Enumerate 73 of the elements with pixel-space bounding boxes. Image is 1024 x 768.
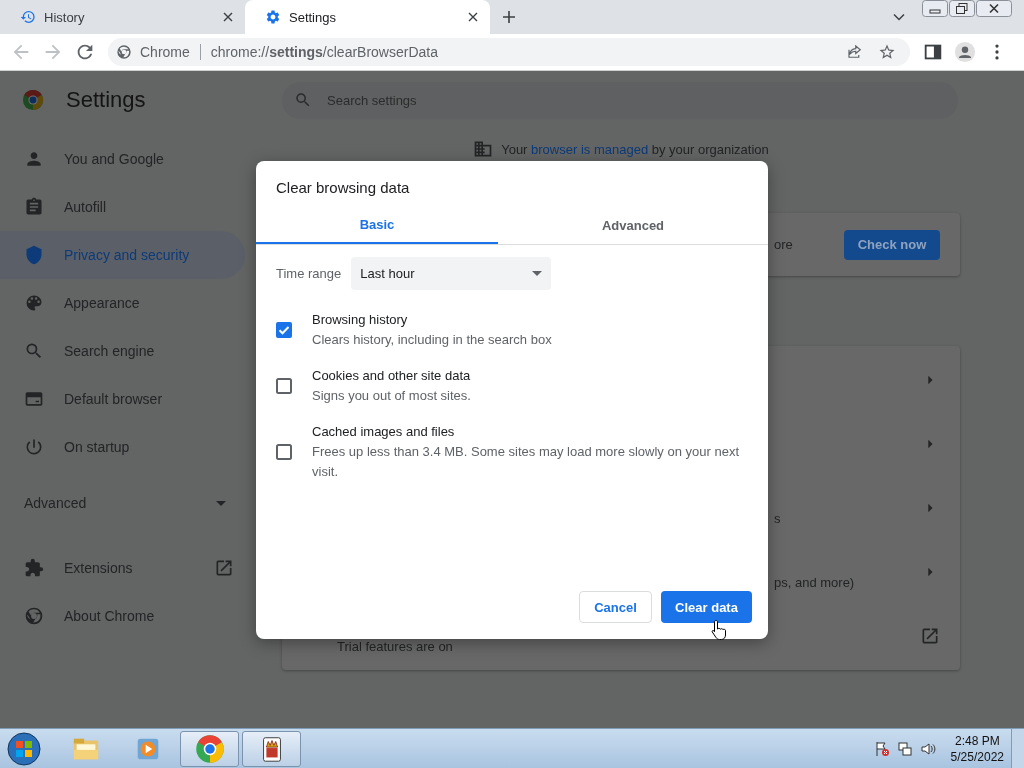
puzzle-icon — [24, 558, 44, 578]
nav-item[interactable]: Privacy and security — [0, 231, 245, 279]
checkbox[interactable] — [276, 378, 292, 394]
row-text: ps, and more) — [774, 573, 855, 590]
managed-link[interactable]: browser is managed — [531, 141, 649, 157]
speaker-icon[interactable] — [919, 740, 936, 757]
dialog-title: Clear browsing data — [275, 178, 411, 198]
start-button[interactable] — [6, 730, 42, 767]
new-tab-icon[interactable] — [502, 10, 516, 24]
check-now-button[interactable]: Check now — [844, 229, 940, 260]
browser-tab[interactable]: History — [0, 0, 245, 34]
shield-icon — [24, 245, 44, 265]
nav-item[interactable]: Default browser — [0, 375, 245, 423]
browser-window-icon — [24, 389, 44, 409]
restore-icon[interactable] — [949, 0, 975, 17]
time-range-dropdown[interactable]: Last hour — [351, 257, 552, 290]
caret-icon — [216, 500, 226, 506]
chevron-down-icon[interactable] — [893, 13, 905, 21]
checkbox[interactable] — [276, 322, 292, 338]
taskbar-app[interactable] — [242, 730, 301, 767]
option-description: Clears history, including in the search box — [312, 331, 553, 349]
settings-icon — [265, 9, 281, 25]
option-title: Cached images and files — [312, 423, 456, 441]
nav-item[interactable]: About Chrome — [0, 592, 250, 640]
chrome-logo-icon — [116, 44, 132, 60]
avatar-icon[interactable] — [954, 41, 976, 63]
option-title: Cookies and other site data — [312, 367, 472, 385]
option-title: Browsing history — [312, 311, 409, 329]
action-center-flag-icon[interactable] — [873, 740, 890, 757]
managed-notice: Your browser is managed by your organization — [501, 141, 769, 157]
nav-item[interactable]: Extensions — [0, 544, 250, 592]
external-link-icon — [214, 558, 234, 578]
power-icon — [24, 437, 44, 457]
network-icon[interactable] — [896, 740, 913, 757]
page-title: Settings — [66, 87, 146, 113]
row-text: s — [774, 509, 781, 526]
dialog-tab[interactable]: Basic — [256, 206, 498, 244]
checkbox[interactable] — [276, 444, 292, 460]
cancel-button[interactable]: Cancel — [579, 591, 652, 623]
star-icon[interactable] — [878, 43, 896, 61]
dialog-tab[interactable]: Advanced — [498, 206, 768, 244]
search-icon — [24, 341, 44, 361]
search-icon — [294, 90, 312, 109]
external-link-icon[interactable] — [920, 626, 940, 646]
history-icon — [20, 9, 36, 25]
building-icon — [473, 139, 494, 159]
clear-data-button[interactable]: Clear data — [661, 591, 752, 623]
nav-item[interactable]: Appearance — [0, 279, 245, 327]
close-icon[interactable] — [223, 12, 233, 22]
chrome-logo-icon — [194, 733, 225, 764]
close-icon[interactable] — [468, 12, 478, 22]
browser-tab[interactable]: Settings — [245, 0, 490, 34]
nav-item[interactable]: Autofill — [0, 183, 245, 231]
share-icon[interactable] — [846, 43, 864, 61]
clock-date: 5/25/2022 — [950, 748, 1004, 765]
row-text: Trial features are on — [337, 637, 453, 654]
option-description: Signs you out of most sites. — [312, 387, 472, 405]
option-description: Frees up less than 3.4 MB. Some sites may load more slowly on your next visit. — [312, 443, 741, 481]
close-window-icon[interactable] — [976, 0, 1012, 17]
taskbar-app[interactable] — [180, 730, 239, 767]
caret-icon — [532, 271, 543, 276]
palette-icon — [24, 293, 44, 313]
chrome-logo-icon — [22, 89, 44, 111]
nav-item[interactable]: Search engine — [0, 327, 245, 375]
advanced-section-toggle[interactable]: Advanced — [0, 479, 245, 527]
chrome-logo-icon — [24, 606, 44, 626]
nav-item[interactable]: On startup — [0, 423, 245, 471]
address-bar[interactable]: Chrome chrome://settings/clearBrowserData — [108, 38, 910, 66]
card-text: ore — [774, 237, 793, 252]
clock-time: 2:48 PM — [954, 732, 1000, 749]
nav-item[interactable]: You and Google — [0, 135, 245, 183]
clipboard-icon — [24, 197, 44, 217]
time-range-label: Time range — [276, 266, 342, 281]
